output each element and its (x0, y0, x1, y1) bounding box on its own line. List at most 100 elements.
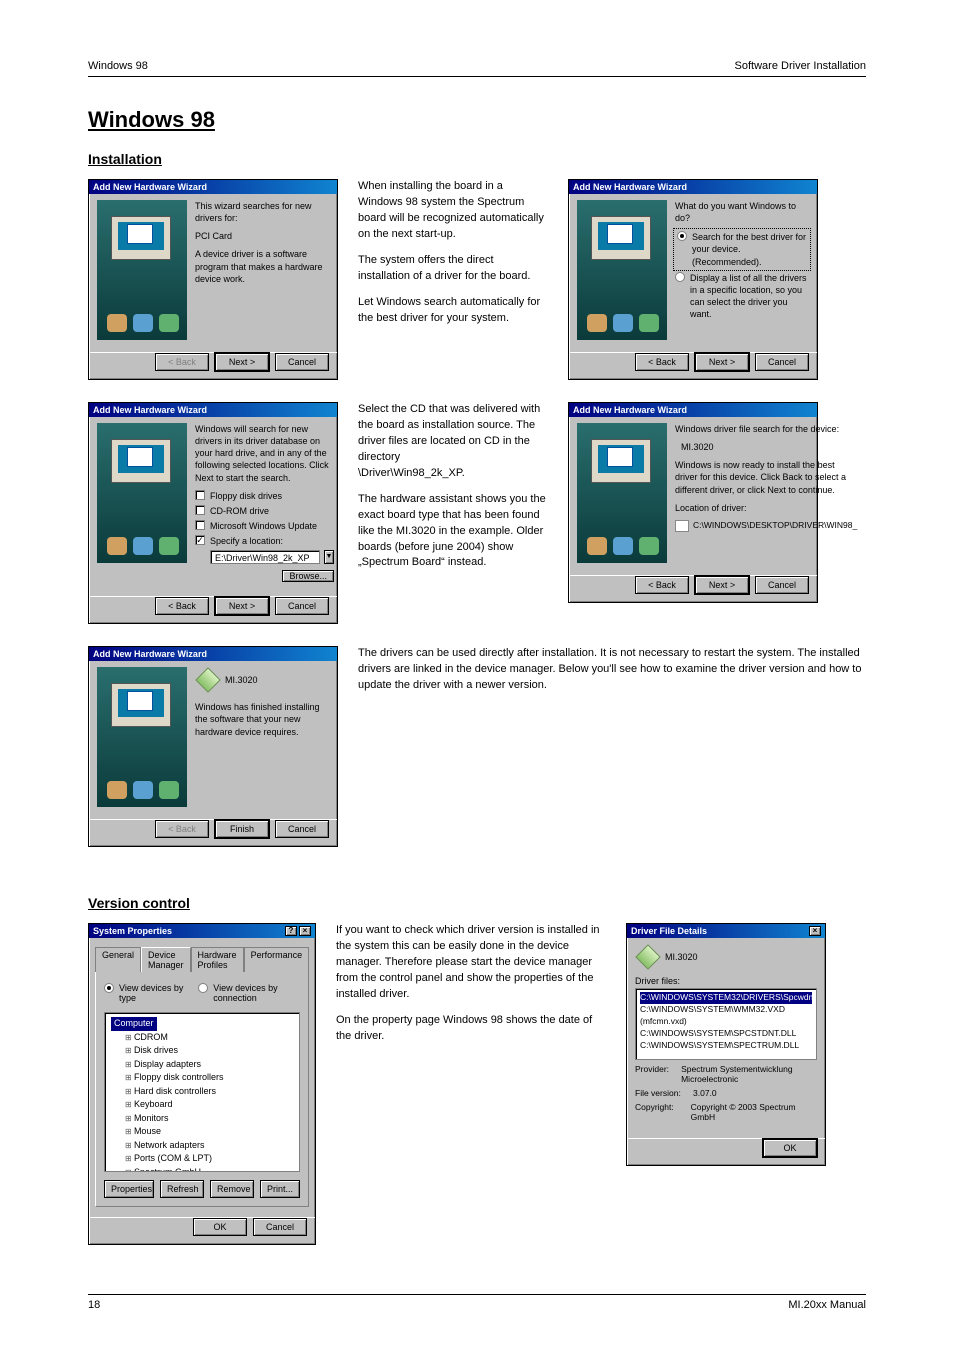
tree-node[interactable]: Hard disk controllers (125, 1085, 293, 1099)
cancel-button[interactable]: Cancel (275, 353, 329, 371)
tree-node[interactable]: CDROM (125, 1031, 293, 1045)
footer-manual-name: MI.20xx Manual (788, 1299, 866, 1311)
wizard-step3-window: Add New Hardware Wizard Windows will sea… (88, 402, 338, 624)
wiz1-line1: This wizard searches for new drivers for… (195, 200, 329, 224)
close-icon[interactable]: × (809, 926, 821, 936)
cancel-button[interactable]: Cancel (755, 353, 809, 371)
page-title: Windows 98 (88, 107, 866, 133)
wiz4-loc-path: C:\WINDOWS\DESKTOP\DRIVER\WIN98_ (693, 520, 857, 531)
driver-files-list[interactable]: C:\WINDOWS\SYSTEM32\DRIVERS\Spcwdm.sysC:… (635, 988, 817, 1060)
next-button[interactable]: Next > (215, 353, 269, 371)
device-tree[interactable]: Computer CDROMDisk drivesDisplay adapter… (104, 1012, 300, 1172)
check-floppy[interactable]: Floppy disk drives (195, 490, 334, 502)
inf-file-icon (675, 520, 689, 532)
wiz4-loc-label: Location of driver: (675, 502, 857, 514)
driver-file-details-window: Driver File Details × MI.3020 Driver fil… (626, 923, 826, 1166)
text-block-4: If you want to check which driver versio… (336, 923, 606, 1055)
tree-node[interactable]: Mouse (125, 1125, 293, 1139)
back-button[interactable]: < Back (155, 353, 209, 371)
cancel-button[interactable]: Cancel (253, 1218, 307, 1236)
back-button[interactable]: < Back (155, 820, 209, 838)
browse-button[interactable]: Browse... (282, 570, 334, 582)
wizard-step2-window: Add New Hardware Wizard What do you want… (568, 179, 818, 380)
wiz1-line2: A device driver is a software program th… (195, 248, 329, 284)
properties-button[interactable]: Properties (104, 1180, 154, 1198)
footer-page-number: 18 (88, 1299, 100, 1311)
wizard-side-graphic (577, 423, 667, 563)
driver-file-entry[interactable]: C:\WINDOWS\SYSTEM\SPCSTDNT.DLL (640, 1028, 812, 1040)
tree-node[interactable]: Monitors (125, 1112, 293, 1126)
tab-general[interactable]: General (95, 947, 141, 972)
next-button[interactable]: Next > (215, 597, 269, 615)
tabs: General Device Manager Hardware Profiles… (95, 946, 309, 971)
check-specify-location[interactable]: Specify a location: (195, 535, 334, 547)
check-cdrom[interactable]: CD-ROM drive (195, 505, 334, 517)
tree-node[interactable]: Disk drives (125, 1044, 293, 1058)
text-block-2: Select the CD that was delivered with th… (358, 402, 548, 581)
tree-node[interactable]: Ports (COM & LPT) (125, 1152, 293, 1166)
ok-button[interactable]: OK (193, 1218, 247, 1236)
remove-button[interactable]: Remove (210, 1180, 254, 1198)
tree-node[interactable]: Floppy disk controllers (125, 1071, 293, 1085)
tree-node[interactable]: Display adapters (125, 1058, 293, 1072)
wizard-step1-window: Add New Hardware Wizard This wizard sear… (88, 179, 338, 380)
wizard-side-graphic (97, 667, 187, 807)
tree-node[interactable]: Network adapters (125, 1139, 293, 1153)
tree-root[interactable]: Computer (111, 1017, 157, 1031)
device-diamond-icon (635, 945, 660, 970)
location-input[interactable]: E:\Driver\Win98_2k_XP (210, 550, 320, 564)
section-installation-heading: Installation (88, 151, 866, 167)
radio-view-by-connection[interactable]: View devices by connection (198, 983, 300, 1003)
close-icon[interactable]: × (299, 926, 311, 936)
tab-device-manager[interactable]: Device Manager (141, 947, 191, 972)
header-right: Software Driver Installation (735, 60, 866, 72)
system-properties-window: System Properties ? × General Device Man… (88, 923, 316, 1245)
back-button[interactable]: < Back (635, 576, 689, 594)
text-block-3: The drivers can be used directly after i… (358, 646, 866, 704)
sysprops-title: System Properties (93, 926, 172, 936)
wizard-step4-window: Add New Hardware Wizard Windows driver f… (568, 402, 818, 603)
driver-file-entry[interactable]: C:\WINDOWS\SYSTEM\WMM32.VXD (mfcmn.vxd) (640, 1004, 812, 1028)
finish-button[interactable]: Finish (215, 820, 269, 838)
wiz1-device: PCI Card (195, 230, 329, 242)
wizard-side-graphic (577, 200, 667, 340)
refresh-button[interactable]: Refresh (160, 1180, 204, 1198)
dropdown-icon[interactable]: ▼ (324, 550, 334, 564)
driver-file-entry[interactable]: C:\WINDOWS\SYSTEM32\DRIVERS\Spcwdm.sys (640, 992, 812, 1004)
header-left: Windows 98 (88, 60, 148, 72)
cancel-button[interactable]: Cancel (755, 576, 809, 594)
cancel-button[interactable]: Cancel (275, 820, 329, 838)
drvdetails-title: Driver File Details (631, 926, 707, 936)
radio-search-best[interactable]: Search for the best driver for your devi… (675, 230, 809, 268)
page-header: Windows 98 Software Driver Installation (88, 60, 866, 77)
wiz2-prompt: What do you want Windows to do? (675, 200, 809, 224)
wiz4-line2: Windows is now ready to install the best… (675, 459, 857, 495)
help-icon[interactable]: ? (285, 926, 297, 936)
wizard-side-graphic (97, 423, 187, 563)
radio-dot-icon (677, 231, 687, 241)
back-button[interactable]: < Back (635, 353, 689, 371)
copyright-value: Copyright © 2003 Spectrum GmbH (691, 1102, 817, 1122)
ok-button[interactable]: OK (763, 1139, 817, 1157)
tree-node[interactable]: Keyboard (125, 1098, 293, 1112)
wizard-side-graphic (97, 200, 187, 340)
radio-display-list[interactable]: Display a list of all the drivers in a s… (675, 272, 809, 321)
tab-performance[interactable]: Performance (244, 947, 310, 972)
next-button[interactable]: Next > (695, 576, 749, 594)
drvdetails-device: MI.3020 (665, 952, 698, 962)
check-msupdate[interactable]: Microsoft Windows Update (195, 520, 334, 532)
wiz4-device: MI.3020 (681, 441, 857, 453)
cancel-button[interactable]: Cancel (275, 597, 329, 615)
driver-file-entry[interactable]: C:\WINDOWS\SYSTEM\SPECTRUM.DLL (640, 1040, 812, 1052)
wiz5-device: MI.3020 (225, 674, 258, 686)
wiz5-line1: Windows has finished installing the soft… (195, 701, 329, 737)
tab-hardware-profiles[interactable]: Hardware Profiles (191, 947, 244, 972)
tree-node-spectrum[interactable]: Spectrum GmbH (125, 1166, 293, 1173)
back-button[interactable]: < Back (155, 597, 209, 615)
next-button[interactable]: Next > (695, 353, 749, 371)
section-version-control-heading: Version control (88, 895, 866, 911)
wizard-step5-window: Add New Hardware Wizard MI.3020 Windows … (88, 646, 338, 847)
file-version-value: 3.07.0 (693, 1088, 717, 1098)
print-button[interactable]: Print... (260, 1180, 300, 1198)
radio-view-by-type[interactable]: View devices by type (104, 983, 184, 1003)
